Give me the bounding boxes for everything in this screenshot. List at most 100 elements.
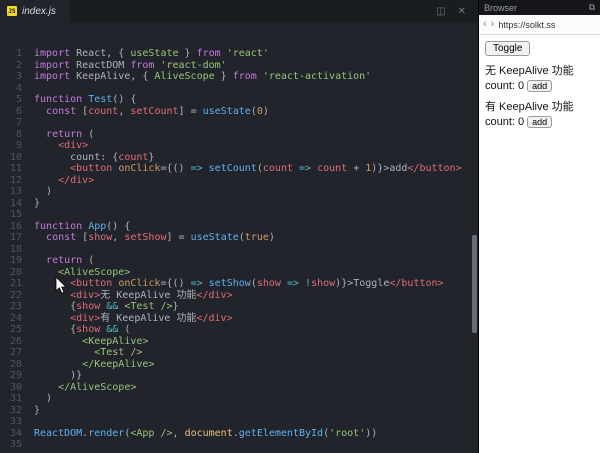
code-line[interactable]: 10 count: {count} <box>0 152 478 164</box>
editor-scrollbar[interactable] <box>472 22 477 453</box>
code-line[interactable]: 33 <box>0 416 478 428</box>
code-token: import <box>34 71 71 82</box>
line-number: 28 <box>9 358 22 370</box>
scrollbar-thumb[interactable] <box>472 235 477 333</box>
section-heading: 有 KeepAlive 功能 <box>485 101 574 113</box>
code-line-content: const [show, setShow] = useState(true) <box>22 232 275 244</box>
code-token: </div> <box>58 174 95 186</box>
line-number: 18 <box>9 243 22 255</box>
code-line[interactable]: 25 {show && ( <box>0 324 478 336</box>
code-line[interactable]: 15 <box>0 209 478 221</box>
line-number: 2 <box>15 59 22 71</box>
code-line-content: </div> <box>22 175 94 187</box>
code-line-content: ) <box>22 186 52 198</box>
code-line[interactable]: 35 <box>0 439 478 451</box>
code-line[interactable]: 14} <box>0 198 478 210</box>
code-token: ) <box>262 105 269 117</box>
code-line[interactable]: 1 import React, { useState } from 'react' <box>0 48 478 60</box>
toggle-button[interactable]: Toggle <box>485 41 531 56</box>
code-token: setCount <box>208 163 257 174</box>
code-token: from <box>232 71 257 82</box>
tab-indexjs[interactable]: JS index.js <box>0 0 70 22</box>
app-window: JS index.js ◫ ✕ 1 import React, { useStat… <box>0 0 600 453</box>
code-token: show <box>88 232 113 243</box>
code-token: () { <box>112 94 137 105</box>
code-lines: 1 import React, { useState } from 'react'… <box>0 48 478 451</box>
code-token: <button <box>70 278 113 289</box>
code-line[interactable]: 24 <div>有 KeepAlive 功能</div> <box>0 313 478 325</box>
add-button[interactable]: add <box>527 80 553 92</box>
code-token: } <box>172 301 179 312</box>
code-line[interactable]: 26 <KeepAlive> <box>0 336 478 348</box>
code-line[interactable]: 3 import KeepAlive, { AliveScope } from '… <box>0 71 478 83</box>
open-external-icon[interactable]: ⧉ <box>589 2 595 13</box>
code-token: onClick <box>118 163 161 174</box>
code-area[interactable]: 1 import React, { useState } from 'react'… <box>0 22 478 453</box>
line-number: 14 <box>9 197 22 209</box>
code-line[interactable]: 20 <AliveScope> <box>0 267 478 279</box>
line-number: 19 <box>9 255 22 266</box>
code-line[interactable]: 13 ) <box>0 186 478 198</box>
line-number: 16 <box>9 220 22 232</box>
code-token: } <box>34 197 41 209</box>
code-token: )) <box>365 427 378 439</box>
code-token: <AliveScope> <box>58 266 131 278</box>
code-line[interactable]: 21 <button onClick={() => setShow(show =… <box>0 278 478 290</box>
code-line-content: import ReactDOM from 'react-dom' <box>22 60 227 72</box>
code-line[interactable]: 22 <div>无 KeepAlive 功能</div> <box>0 290 478 302</box>
code-line[interactable]: 30 </AliveScope> <box>0 382 478 394</box>
code-token: () { <box>106 220 131 232</box>
code-token: ={() <box>160 278 191 289</box>
code-token: </AliveScope> <box>58 381 137 393</box>
forward-icon[interactable]: › <box>491 19 495 30</box>
code-line[interactable]: 6 const [count, setCount] = useState(0) <box>0 106 478 118</box>
back-icon[interactable]: ‹ <box>483 19 487 30</box>
code-line[interactable]: 32} <box>0 405 478 417</box>
browser-nav-bar: ‹ › https://solkt.ss <box>479 15 600 35</box>
code-line[interactable]: 27 <Test /> <box>0 347 478 359</box>
code-line[interactable]: 18 <box>0 244 478 256</box>
line-number: 20 <box>9 266 22 278</box>
code-line[interactable]: 2 import ReactDOM from 'react-dom' <box>0 60 478 72</box>
code-line-content <box>22 439 34 451</box>
code-line[interactable]: 7 <box>0 117 478 129</box>
close-icon[interactable]: ✕ <box>458 6 466 17</box>
code-line[interactable]: 17 const [show, setShow] = useState(true… <box>0 232 478 244</box>
code-token: <KeepAlive> <box>82 335 149 347</box>
code-line[interactable]: 19 return ( <box>0 255 478 267</box>
code-line-content: function Test() { <box>22 94 136 106</box>
code-line[interactable]: 5 function Test() { <box>0 94 478 106</box>
code-token: { <box>34 301 77 312</box>
code-token: <Test /> <box>94 347 143 358</box>
code-line-content: <button onClick={() => setCount(count =>… <box>22 163 461 175</box>
code-line[interactable]: 16 function App() { <box>0 221 478 233</box>
url-bar[interactable]: https://solkt.ss <box>498 20 596 30</box>
code-token: ) <box>268 232 275 243</box>
code-line[interactable]: 8 return ( <box>0 129 478 141</box>
code-line[interactable]: 31 ) <box>0 393 478 405</box>
code-token: 有 KeepAlive 功能 <box>100 312 197 324</box>
line-number: 27 <box>9 347 22 358</box>
code-line[interactable]: 28 </KeepAlive> <box>0 359 478 371</box>
editor-tab-bar: JS index.js ◫ ✕ <box>0 0 478 22</box>
code-token: [ <box>76 232 89 243</box>
code-token: import <box>34 59 71 71</box>
code-line[interactable]: 9 <div> <box>0 140 478 152</box>
code-line[interactable]: 29 )} <box>0 370 478 382</box>
code-line[interactable]: 23 {show && <Test />} <box>0 301 478 313</box>
code-line[interactable]: 4 <box>0 83 478 95</box>
split-editor-icon[interactable]: ◫ <box>436 6 445 17</box>
code-line-content: ) <box>22 393 52 405</box>
code-token: setCount <box>130 105 179 117</box>
code-line-content: ReactDOM.render(<App />, document.getEle… <box>22 428 377 440</box>
code-token: } <box>178 48 197 59</box>
code-line[interactable]: 34 ReactDOM.render(<App />, document.getE… <box>0 428 478 440</box>
code-line[interactable]: 11 <button onClick={() => setCount(count… <box>0 163 478 175</box>
code-token: => <box>190 278 203 289</box>
code-line[interactable]: 12 </div> <box>0 175 478 187</box>
code-token: } <box>214 71 233 82</box>
add-button[interactable]: add <box>527 116 553 128</box>
mouse-cursor <box>55 277 67 294</box>
code-token: return <box>46 128 83 140</box>
